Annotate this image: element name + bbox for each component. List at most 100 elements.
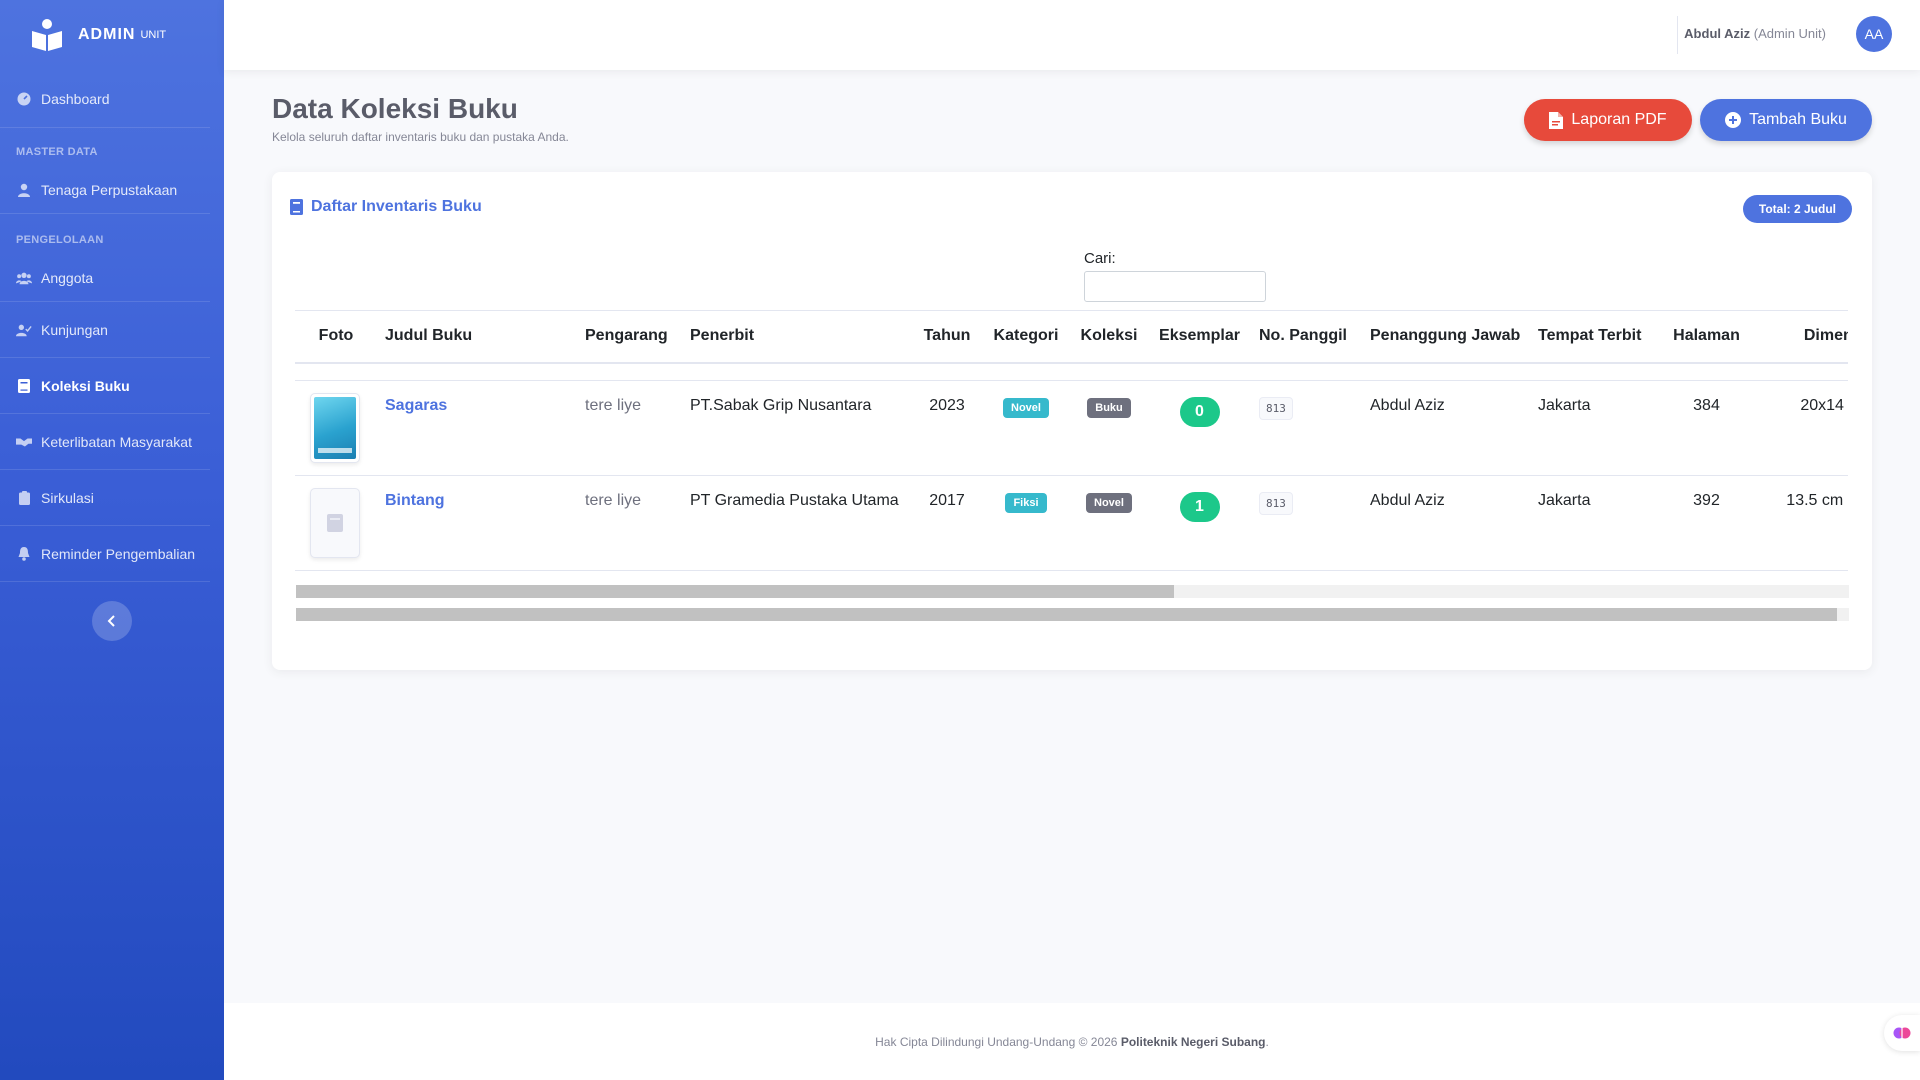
footer-org: Politeknik Negeri Subang — [1120, 1034, 1266, 1049]
col-eksemplar[interactable]: Eksemplar — [1148, 310, 1251, 364]
card-title-text: Daftar Inventaris Buku — [311, 198, 482, 215]
sidebar-item-keterlibatan[interactable]: Keterlibatan Masyarakat — [0, 414, 210, 470]
assistant-widget-button[interactable] — [1884, 1015, 1920, 1051]
call-number: 813 — [1259, 492, 1293, 515]
sidebar-item-koleksi[interactable]: Koleksi Buku — [0, 358, 210, 414]
brand[interactable]: ADMIN UNIT — [0, 0, 224, 70]
book-title-link[interactable]: Bintang — [385, 492, 445, 509]
book-author: tere liye — [577, 475, 682, 571]
collection-badge: Novel — [1086, 493, 1132, 513]
brand-sup: UNIT — [140, 29, 167, 41]
sidebar-item-label: Reminder Pengembalian — [41, 545, 196, 562]
table-row: Bintang tere liye PT Gramedia Pustaka Ut… — [295, 475, 1848, 571]
book-year: 2017 — [912, 475, 982, 571]
brand-name: ADMIN — [78, 26, 136, 43]
book-title-link[interactable]: Sagaras — [385, 397, 447, 414]
book-publisher: PT.Sabak Grip Nusantara — [682, 380, 912, 476]
book-responsible: Abdul Aziz — [1362, 380, 1530, 476]
scrollbar-thumb[interactable] — [296, 585, 1174, 598]
category-badge: Fiksi — [1005, 493, 1047, 513]
book-dimension: 13.5 cm × 20. — [1755, 475, 1848, 571]
category-badge: Novel — [1003, 398, 1049, 418]
inventaris-card: Daftar Inventaris Buku Total: 2 Judul Ca… — [272, 172, 1872, 670]
sidebar-item-reminder[interactable]: Reminder Pengembalian — [0, 526, 210, 582]
col-judul[interactable]: Judul Buku — [377, 310, 577, 364]
tachometer-icon — [16, 91, 32, 107]
scrollbar-thumb[interactable] — [296, 608, 1837, 621]
sidebar-toggle-button[interactable] — [92, 601, 132, 641]
col-kategori[interactable]: Kategori — [982, 310, 1070, 364]
page-subtitle: Kelola seluruh daftar inventaris buku da… — [272, 130, 569, 144]
book-reader-icon — [32, 19, 62, 51]
footer-end: . — [1265, 1034, 1269, 1049]
chevron-left-icon — [107, 615, 115, 627]
sidebar: ADMIN UNIT Dashboard MASTER DATA Tenaga … — [0, 0, 224, 1080]
sidebar-item-dashboard[interactable]: Dashboard — [0, 70, 210, 128]
users-icon — [16, 270, 32, 286]
sidebar-item-label: Tenaga Perpustakaan — [41, 181, 178, 198]
col-tahun[interactable]: Tahun — [912, 310, 982, 364]
page-title: Data Koleksi Buku — [272, 93, 518, 124]
col-tempat[interactable]: Tempat Terbit — [1530, 310, 1658, 364]
sidebar-item-tenaga[interactable]: Tenaga Perpustakaan — [0, 166, 210, 214]
bell-icon — [16, 546, 32, 562]
search-input[interactable] — [1084, 271, 1266, 302]
book-icon — [16, 378, 32, 394]
page-horizontal-scrollbar[interactable] — [296, 608, 1849, 621]
table-horizontal-scrollbar[interactable] — [296, 585, 1849, 598]
user-role: (Admin Unit) — [1753, 26, 1826, 41]
call-number: 813 — [1259, 397, 1293, 420]
book-responsible: Abdul Aziz — [1362, 475, 1530, 571]
laporan-pdf-button[interactable]: Laporan PDF — [1524, 99, 1692, 141]
sidebar-heading-pengelolaan: PENGELOLAAN — [16, 234, 104, 246]
col-dimensi[interactable]: Dimensi — [1755, 310, 1848, 364]
sidebar-item-label: Sirkulasi — [41, 489, 94, 506]
clipboard-icon — [16, 490, 32, 506]
sidebar-item-kunjungan[interactable]: Kunjungan — [0, 302, 210, 358]
book-pages: 392 — [1658, 475, 1755, 571]
footer: Hak Cipta Dilindungi Undang-Undang © 202… — [224, 1003, 1920, 1080]
tambah-buku-button[interactable]: Tambah Buku — [1700, 99, 1872, 141]
table-scroll-area[interactable]: Foto Judul Buku Pengarang Penerbit Tahun… — [295, 310, 1848, 582]
col-koleksi[interactable]: Koleksi — [1070, 310, 1148, 364]
user-check-icon — [16, 322, 32, 338]
search-label: Cari: — [1084, 250, 1116, 267]
laporan-pdf-label: Laporan PDF — [1571, 111, 1667, 128]
book-author: tere liye — [577, 380, 682, 476]
col-halaman[interactable]: Halaman — [1658, 310, 1755, 364]
handshake-icon — [16, 434, 32, 450]
sidebar-item-label: Kunjungan — [41, 321, 108, 338]
brain-icon — [1893, 1027, 1911, 1039]
sidebar-heading-master: MASTER DATA — [16, 146, 98, 158]
total-badge: Total: 2 Judul — [1742, 195, 1852, 223]
plus-circle-icon — [1725, 112, 1742, 128]
book-year: 2023 — [912, 380, 982, 476]
user-menu[interactable]: Abdul Aziz (Admin Unit) — [1684, 26, 1826, 41]
collection-badge: Buku — [1087, 398, 1131, 418]
col-penanggung[interactable]: Penanggung Jawab — [1362, 310, 1530, 364]
sidebar-item-label: Dashboard — [41, 90, 110, 107]
sidebar-item-label: Koleksi Buku — [41, 377, 130, 394]
book-place: Jakarta — [1530, 380, 1658, 476]
col-no-panggil[interactable]: No. Panggil — [1251, 310, 1362, 364]
table-spacer — [295, 362, 1848, 381]
book-place: Jakarta — [1530, 475, 1658, 571]
book-cover — [310, 393, 360, 463]
copies-count: 0 — [1179, 397, 1220, 427]
user-tie-icon — [16, 182, 32, 198]
image-placeholder-icon — [327, 514, 343, 532]
col-foto[interactable]: Foto — [295, 310, 377, 364]
table-row: Sagaras tere liye PT.Sabak Grip Nusantar… — [295, 380, 1848, 476]
card-title: Daftar Inventaris Buku — [290, 198, 482, 216]
user-name: Abdul Aziz — [1684, 26, 1751, 41]
copies-count: 1 — [1179, 492, 1220, 522]
tambah-buku-label: Tambah Buku — [1749, 111, 1847, 128]
file-pdf-icon — [1549, 111, 1564, 129]
sidebar-item-sirkulasi[interactable]: Sirkulasi — [0, 470, 210, 526]
col-penerbit[interactable]: Penerbit — [682, 310, 912, 364]
books-table: Foto Judul Buku Pengarang Penerbit Tahun… — [295, 310, 1848, 571]
footer-text: Hak Cipta Dilindungi Undang-Undang © 202… — [875, 1034, 1118, 1049]
col-pengarang[interactable]: Pengarang — [577, 310, 682, 364]
avatar[interactable]: AA — [1856, 16, 1892, 52]
sidebar-item-anggota[interactable]: Anggota — [0, 254, 210, 302]
